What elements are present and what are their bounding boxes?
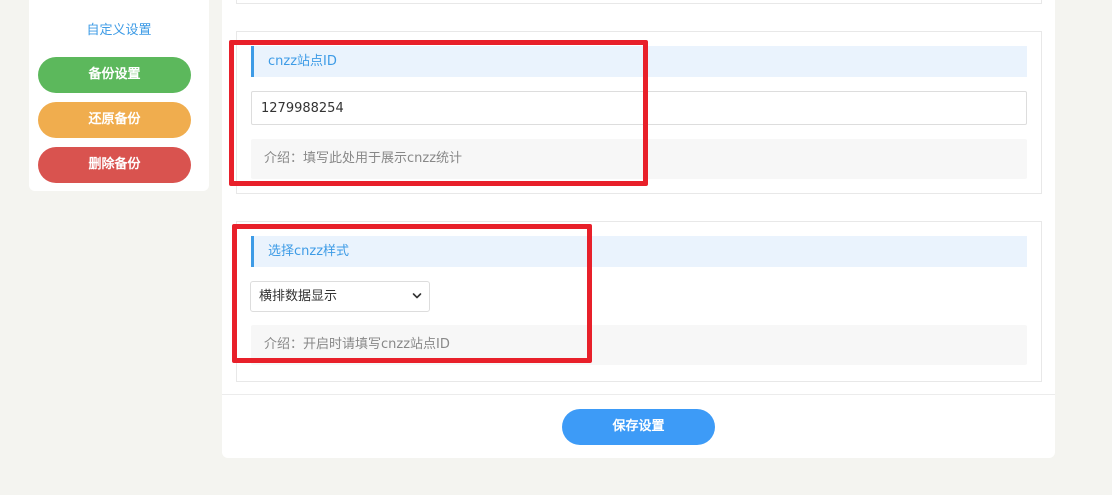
panel-title: 选择cnzz样式: [251, 236, 1027, 267]
save-settings-button[interactable]: 保存设置: [562, 409, 715, 445]
panel-hint: 介绍：填写此处用于展示cnzz统计: [251, 139, 1027, 179]
select-value: 横排数据显示: [259, 289, 338, 304]
delete-backup-button[interactable]: 删除备份: [38, 147, 191, 183]
restore-backup-button[interactable]: 还原备份: [38, 102, 191, 138]
panel-hint: 介绍：开启时请填写cnzz站点ID: [251, 325, 1027, 365]
previous-panel-edge: [236, 0, 1042, 4]
panel-title: cnzz站点ID: [251, 46, 1027, 77]
cnzz-site-id-panel: cnzz站点ID 介绍：填写此处用于展示cnzz统计: [236, 31, 1042, 194]
custom-settings-link[interactable]: 自定义设置: [29, 19, 209, 38]
chevron-down-icon: [412, 293, 422, 299]
sidebar: 自定义设置 备份设置 还原备份 删除备份: [29, 0, 209, 191]
footer-divider: [222, 394, 1055, 395]
cnzz-site-id-input[interactable]: [251, 91, 1027, 125]
backup-settings-button[interactable]: 备份设置: [38, 57, 191, 93]
cnzz-style-panel: 选择cnzz样式 横排数据显示 介绍：开启时请填写cnzz站点ID: [236, 221, 1042, 382]
cnzz-style-select[interactable]: 横排数据显示: [250, 281, 430, 312]
